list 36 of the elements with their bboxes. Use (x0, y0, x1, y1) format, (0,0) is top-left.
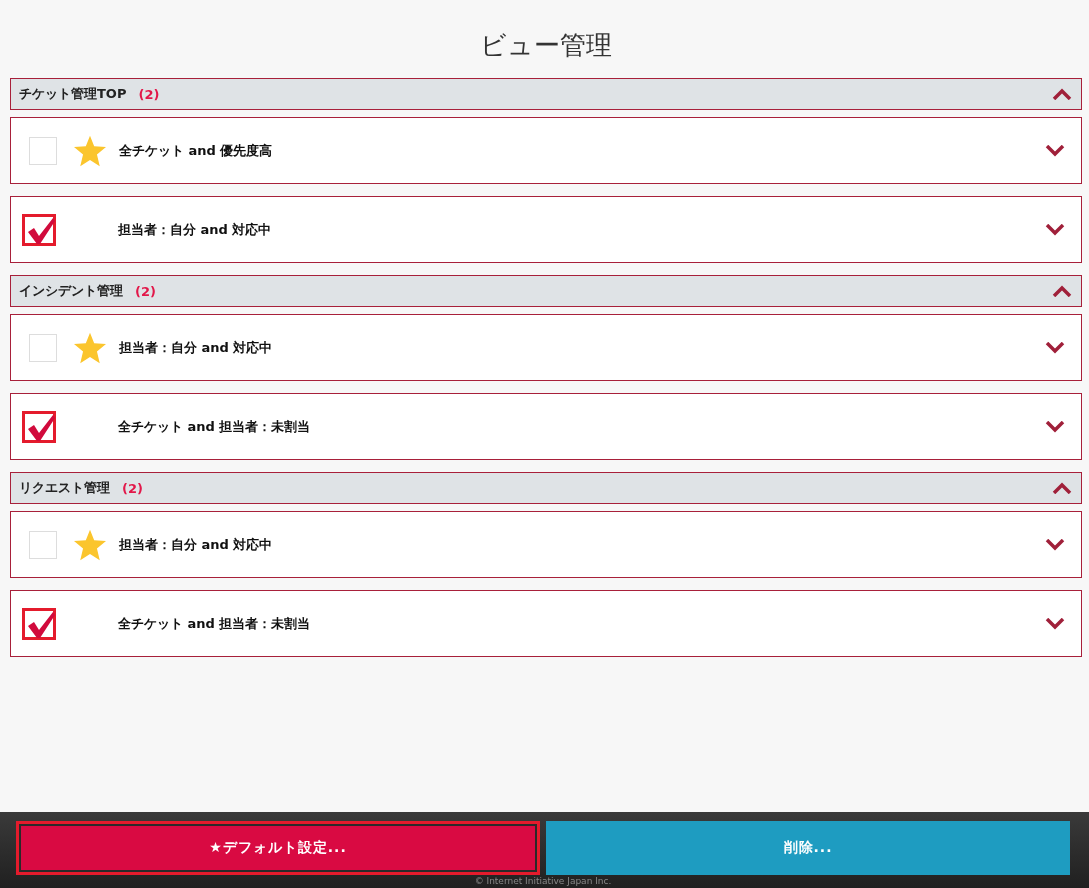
chevron-down-icon[interactable] (1045, 420, 1065, 433)
checkbox[interactable] (22, 213, 56, 246)
view-name: 全チケット and 担当者：未割当 (118, 417, 311, 436)
checkbox[interactable] (22, 410, 56, 443)
default-setting-button[interactable]: ★デフォルト設定... (16, 821, 540, 875)
view-name: 全チケット and 優先度高 (119, 141, 273, 160)
chevron-down-icon[interactable] (1045, 341, 1065, 354)
chevron-down-icon[interactable] (1045, 617, 1065, 630)
chevron-down-icon[interactable] (1045, 538, 1065, 551)
chevron-down-icon[interactable] (1045, 223, 1065, 236)
view-row[interactable]: 担当者：自分 and 対応中 (10, 314, 1082, 381)
view-row[interactable]: 全チケット and 優先度高 (10, 117, 1082, 184)
copyright-text: © Internet Initiative Japan Inc. (473, 876, 613, 887)
group-name: リクエスト管理 (19, 479, 110, 497)
group-count: (2) (135, 283, 156, 299)
group-name: インシデント管理 (19, 282, 123, 300)
group-count: (2) (122, 480, 143, 496)
group-name: チケット管理TOP (19, 85, 127, 103)
page-title: ビュー管理 (479, 29, 613, 62)
group-header[interactable]: リクエスト管理 (2) (10, 472, 1082, 504)
view-name: 担当者：自分 and 対応中 (119, 535, 273, 554)
view-name: 担当者：自分 and 対応中 (119, 338, 273, 357)
group-count: (2) (138, 86, 160, 102)
chevron-down-icon[interactable] (1045, 144, 1065, 157)
chevron-up-icon[interactable] (1052, 285, 1072, 297)
view-row[interactable]: 全チケット and 担当者：未割当 (10, 590, 1082, 657)
group-header[interactable]: インシデント管理 (2) (10, 275, 1082, 307)
view-name: 全チケット and 担当者：未割当 (118, 614, 311, 633)
view-row[interactable]: 担当者：自分 and 対応中 (10, 196, 1082, 263)
view-row[interactable]: 全チケット and 担当者：未割当 (10, 393, 1082, 460)
checkbox[interactable] (22, 607, 56, 640)
view-row[interactable]: 担当者：自分 and 対応中 (10, 511, 1082, 578)
chevron-up-icon[interactable] (1052, 482, 1072, 494)
chevron-up-icon[interactable] (1052, 88, 1072, 100)
view-name: 担当者：自分 and 対応中 (118, 220, 272, 239)
group-header[interactable]: チケット管理TOP (2) (10, 78, 1082, 110)
